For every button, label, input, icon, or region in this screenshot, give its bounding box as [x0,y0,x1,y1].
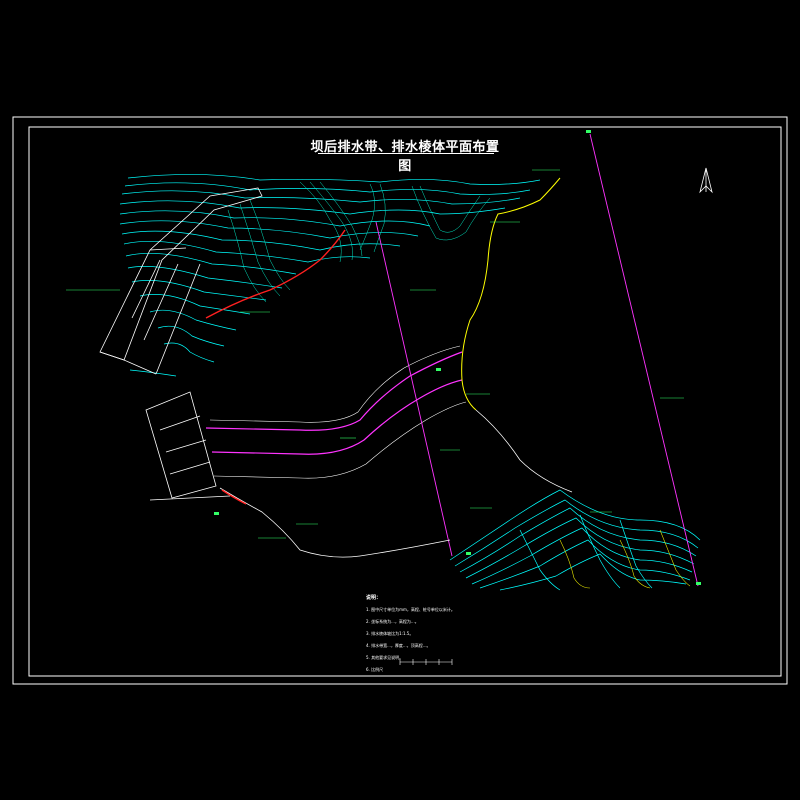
drainage-channel [205,345,467,479]
note-item: 1. 图中尺寸单位为mm，高程、桩号单位以米计。 [366,607,455,612]
note-item: 3. 排水棱体坡比为1:1.5。 [366,631,414,636]
note-item: 2. 坐标系统为...，高程为...。 [366,619,419,624]
drawing-title: 坝后排水带、排水棱体平面布置图 [310,140,500,174]
contour-region-upper [119,174,541,377]
drawing-canvas [12,116,788,685]
marker-points [214,130,701,585]
dam-structure-upper [99,187,263,375]
note-item: 5. 其他要求见说明。 [366,655,404,660]
note-item: 6. 比例尺 [366,667,384,672]
annotation-leaders [66,169,684,539]
red-boundary-lower [221,489,247,505]
notes-heading: 说明： [366,595,382,601]
title-underline [318,153,494,154]
note-item: 4. 排水带宽...，厚度...，顶高程...。 [366,643,431,648]
north-arrow-icon [699,167,713,194]
contour-region-lower-yellow [559,529,691,589]
downstream-road [219,409,573,558]
contour-region-lower [449,489,701,591]
notes-block: 说明： 1. 图中尺寸单位为mm，高程、桩号单位以米计。 2. 坐标系统为...… [366,592,455,676]
access-road [461,177,561,411]
dam-structure-lower [145,391,231,501]
